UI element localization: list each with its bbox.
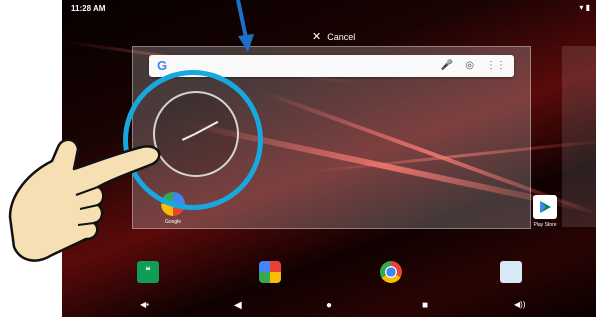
home-icon[interactable]: ●: [326, 300, 332, 311]
grid-icon[interactable]: ⋮⋮: [486, 60, 506, 71]
app-label: Play Store: [533, 222, 557, 228]
google-logo: G: [157, 58, 168, 73]
volume-up-icon[interactable]: ◀)): [514, 300, 525, 309]
pointer-arrow: [236, 0, 254, 52]
pointing-hand: [8, 138, 161, 262]
mic-icon[interactable]: 🎤: [441, 60, 453, 71]
close-icon: ✕: [312, 31, 322, 43]
photos-icon[interactable]: [259, 261, 281, 283]
back-icon[interactable]: ◀: [234, 300, 242, 311]
next-page-preview[interactable]: [562, 46, 596, 227]
volume-down-icon[interactable]: ◀▪: [140, 300, 149, 309]
cancel-label: Cancel: [327, 31, 356, 42]
cancel-button[interactable]: ✕ Cancel: [312, 30, 355, 43]
chrome-icon[interactable]: [380, 261, 402, 283]
status-icons: ▾ ▮: [579, 3, 590, 12]
play-store-icon: [533, 195, 557, 219]
navigation-bar: ◀▪ ◀ ● ■ ◀)): [62, 296, 596, 317]
lens-icon[interactable]: ◎: [465, 60, 474, 71]
app-play-store[interactable]: Play Store: [533, 195, 557, 228]
recents-icon[interactable]: ■: [422, 300, 428, 311]
camera-icon[interactable]: [500, 261, 522, 283]
